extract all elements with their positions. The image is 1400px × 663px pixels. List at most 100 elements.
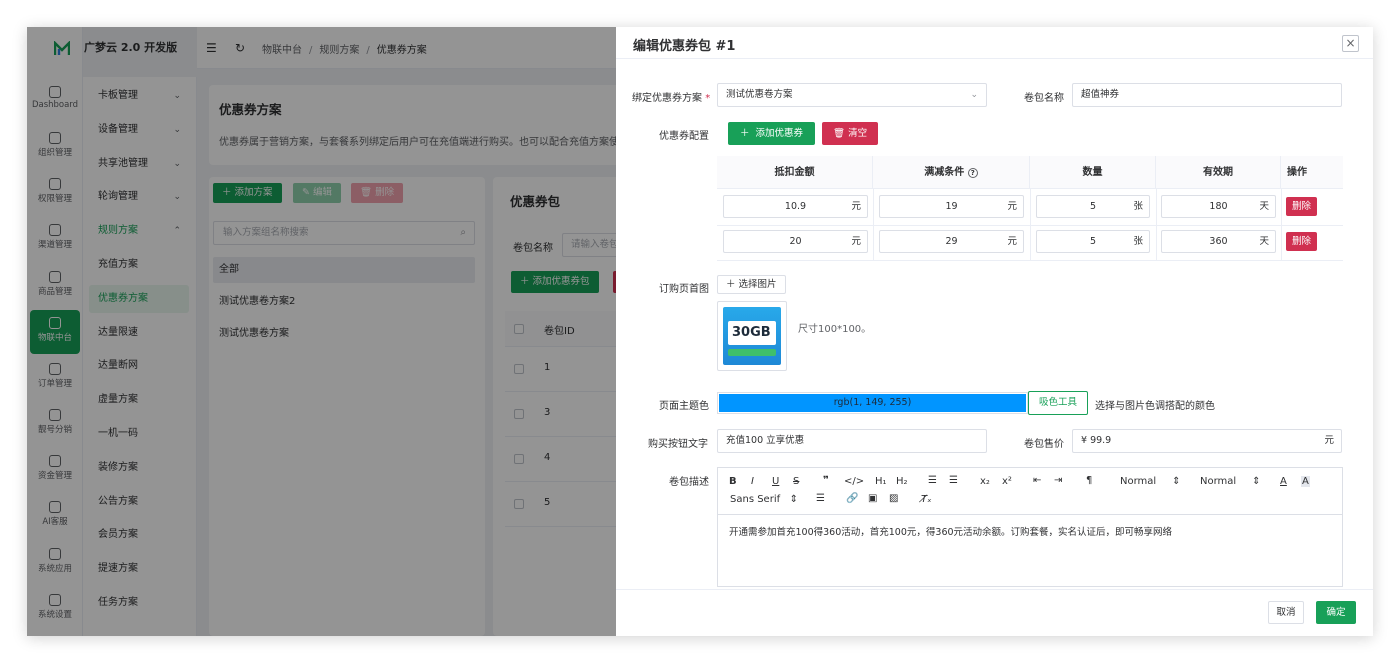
unit-label: 元 <box>851 201 861 212</box>
underline-icon[interactable]: U <box>772 476 779 487</box>
bind-scheme-label: 绑定优惠券方案 * <box>632 89 710 104</box>
quantity-input[interactable]: 5张 <box>1036 230 1150 253</box>
currency-symbol: ¥ <box>1081 435 1088 446</box>
amount-input[interactable]: 20 元 <box>723 230 868 253</box>
cover-image: 30GB <box>723 307 781 365</box>
column-header-action: 操作 <box>1281 156 1343 189</box>
package-name-input[interactable]: 超值神券 <box>1072 83 1342 107</box>
bold-icon[interactable]: B <box>729 476 737 487</box>
condition-value: 29 <box>945 236 958 247</box>
font-select-value: Sans Serif <box>730 494 781 505</box>
align-icon[interactable]: ☰ <box>816 493 825 504</box>
validity-value: 180 <box>1209 201 1228 212</box>
theme-color-label: 页面主题色 <box>659 401 709 412</box>
ordered-list-icon[interactable]: ☰ <box>928 475 937 486</box>
font-select[interactable]: Sans Serif ⇕ <box>730 494 798 505</box>
strike-icon[interactable]: S <box>793 476 799 487</box>
unit-label: 天 <box>1259 236 1269 247</box>
delete-row-button[interactable]: 删除 <box>1286 197 1318 216</box>
description-label: 卷包描述 <box>669 477 709 488</box>
image-icon[interactable]: ▨ <box>889 493 898 504</box>
validity-value: 360 <box>1209 236 1228 247</box>
bind-scheme-value: 测试优惠卷方案 <box>726 89 793 100</box>
subscript-icon[interactable]: x₂ <box>980 476 990 487</box>
bind-scheme-select[interactable]: 测试优惠卷方案 ⌄ <box>717 83 987 107</box>
confirm-button[interactable]: 确定 <box>1316 601 1356 624</box>
size-select-value: Normal <box>1200 476 1237 487</box>
unit-label: 元 <box>1007 201 1017 212</box>
size-select[interactable]: Normal ⇕ <box>1200 476 1260 487</box>
help-icon[interactable]: ? <box>967 168 978 178</box>
required-mark: * <box>705 93 711 104</box>
bullet-list-icon[interactable]: ☰ <box>949 475 958 486</box>
column-header-quantity: 数量 <box>1030 156 1156 189</box>
h1-icon[interactable]: H₁ <box>875 476 887 487</box>
divider <box>616 589 1373 590</box>
clear-button[interactable]: 🗑 清空 <box>822 122 879 145</box>
add-coupon-button[interactable]: ＋ 添加优惠券 <box>728 122 816 145</box>
text-direction-icon[interactable]: ¶ <box>1086 475 1092 486</box>
amount-value: 10.9 <box>784 201 807 212</box>
editor-toolbar: B I U S ❞ </> H₁ H₂ ☰ ☰ x₂ x² ⇤ ⇥ ¶ Norm… <box>718 468 1342 515</box>
unit-label: 张 <box>1133 236 1143 247</box>
clear-label: 清空 <box>848 128 868 139</box>
video-icon[interactable]: ▣ <box>868 493 877 504</box>
rich-text-editor: B I U S ❞ </> H₁ H₂ ☰ ☰ x₂ x² ⇤ ⇥ ¶ Norm… <box>717 467 1343 587</box>
chevron-down-icon: ⌄ <box>970 90 978 100</box>
header-select[interactable]: Normal ⇕ <box>1120 476 1180 487</box>
header-select-value: Normal <box>1120 476 1157 487</box>
coupon-config-label: 优惠券配置 <box>659 131 709 142</box>
quantity-value: 5 <box>1089 201 1097 212</box>
blockquote-icon[interactable]: ❞ <box>823 475 829 486</box>
delete-row-button[interactable]: 删除 <box>1286 232 1318 251</box>
price-label: 卷包售价 <box>1024 439 1064 450</box>
drawer-title: 编辑优惠券包 #1 <box>633 39 736 54</box>
condition-input[interactable]: 29 元 <box>879 230 1024 253</box>
condition-header-text: 满减条件 <box>924 167 965 178</box>
link-icon[interactable]: 🔗 <box>846 493 858 504</box>
divider <box>717 225 1343 226</box>
italic-icon[interactable]: I <box>751 476 754 487</box>
description-content[interactable]: 开通需参加首充100得360活动，首充100元，得360元活动余额。订购套餐，实… <box>729 524 1172 538</box>
picker-hint: 选择与图片色调搭配的颜色 <box>1095 401 1215 412</box>
column-header-validity: 有效期 <box>1156 156 1281 189</box>
indent-icon[interactable]: ⇥ <box>1054 475 1062 486</box>
pick-image-label: 选择图片 <box>738 279 777 290</box>
quantity-input[interactable]: 5张 <box>1036 195 1150 218</box>
button-text-input[interactable]: 充值100 立享优惠 <box>717 429 987 453</box>
divider <box>616 58 1373 59</box>
cancel-button[interactable]: 取消 <box>1268 601 1304 624</box>
image-label: 订购页首图 <box>659 284 709 295</box>
unit-label: 元 <box>1007 236 1017 247</box>
button-text-label: 购买按钮文字 <box>648 439 708 450</box>
amount-value: 20 <box>789 236 802 247</box>
quantity-value: 5 <box>1089 236 1097 247</box>
validity-input[interactable]: 180 天 <box>1161 195 1276 218</box>
unit-label: 元 <box>851 236 861 247</box>
condition-input[interactable]: 19 元 <box>879 195 1024 218</box>
image-caption: 30GB <box>732 325 771 340</box>
app-window: Dashboard 组织管理 权限管理 渠道管理 商品管理 物联中台 订单管理 靓号分销 资金管… <box>27 27 1373 636</box>
validity-input[interactable]: 360 天 <box>1161 230 1276 253</box>
h2-icon[interactable]: H₂ <box>896 476 908 487</box>
condition-value: 19 <box>945 201 958 212</box>
add-coupon-label: 添加优惠券 <box>755 128 804 139</box>
column-header-condition: 满减条件 ? <box>873 156 1030 189</box>
unit-label: 张 <box>1133 201 1143 212</box>
code-icon[interactable]: </> <box>844 476 864 487</box>
cover-image-thumbnail[interactable]: 30GB <box>717 301 787 371</box>
unit-label: 天 <box>1259 201 1269 212</box>
clear-format-icon[interactable]: T̸ₓ <box>921 494 932 505</box>
superscript-icon[interactable]: x² <box>1002 476 1012 487</box>
amount-input[interactable]: 10.9 元 <box>723 195 868 218</box>
image-band <box>728 349 776 356</box>
size-hint: 尺寸100*100。 <box>798 324 872 335</box>
background-color-icon[interactable]: A <box>1301 476 1310 487</box>
close-icon[interactable]: × <box>1342 35 1359 52</box>
color-picker-button[interactable]: 吸色工具 <box>1028 391 1088 415</box>
price-input[interactable]: ¥ 99.9 元 <box>1072 429 1342 453</box>
font-color-icon[interactable]: A <box>1280 476 1287 487</box>
pick-image-button[interactable]: ＋ 选择图片 <box>717 275 786 294</box>
outdent-icon[interactable]: ⇤ <box>1033 475 1041 486</box>
theme-color-input[interactable]: rgb(1, 149, 255) <box>719 394 1026 412</box>
